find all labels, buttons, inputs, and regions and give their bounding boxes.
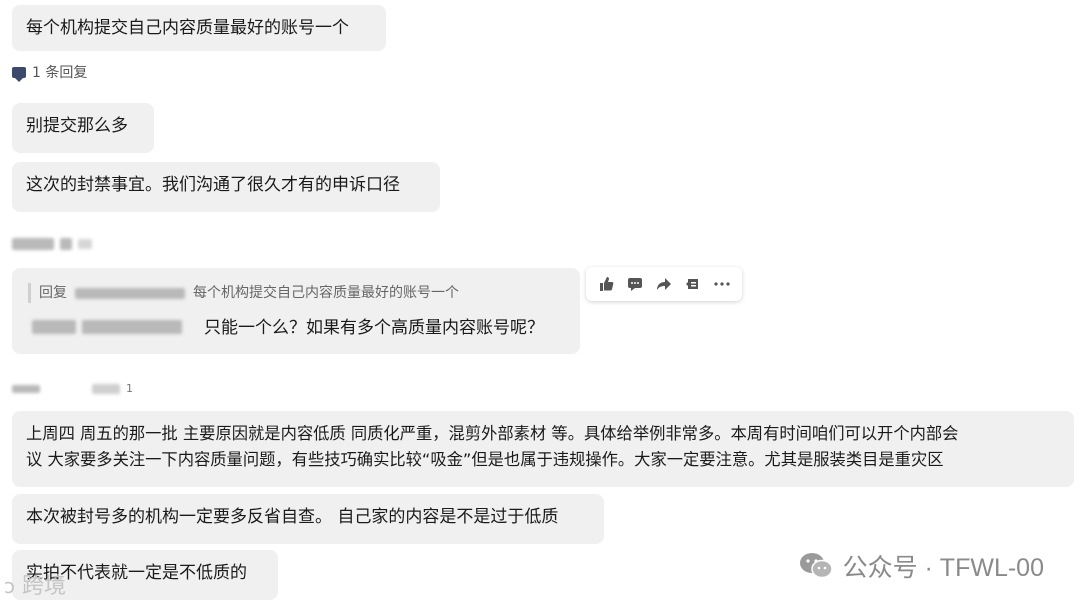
comment-icon[interactable]	[624, 273, 646, 295]
mention-blurred	[32, 320, 182, 334]
small-count: 1	[126, 382, 133, 395]
watermark-text: 公众号 · TFWL-00	[842, 554, 1044, 582]
message-action-toolbar	[586, 267, 742, 301]
reply-count-link[interactable]: 1 条回复	[12, 62, 87, 82]
sender-name-blurred	[12, 238, 92, 250]
thumbs-up-icon[interactable]	[595, 273, 617, 295]
message-bubble: 别提交那么多	[12, 103, 154, 153]
logo-icon: ↄ	[4, 574, 15, 598]
message-text: 每个机构提交自己内容质量最好的账号一个	[26, 18, 349, 38]
more-icon[interactable]	[711, 273, 733, 295]
message-text: 本次被封号多的机构一定要多反省自查。 自己家的内容是不是过于低质	[26, 507, 559, 527]
wechat-watermark: 公众号 · TFWL-00	[799, 548, 1044, 584]
message-text: 这次的封禁事宜。我们沟通了很久才有的申诉口径	[26, 175, 400, 195]
bottom-logo: ↄ 跨境	[4, 568, 66, 600]
logo-text: 跨境	[22, 574, 67, 599]
quoted-message: 回复 每个机构提交自己内容质量最好的账号一个	[28, 283, 459, 303]
wechat-icon	[799, 553, 833, 579]
reply-count-label: 1 条回复	[32, 65, 88, 81]
message-bubble: 本次被封号多的机构一定要多反省自查。 自己家的内容是不是过于低质	[12, 494, 604, 544]
chat-icon	[12, 66, 26, 82]
message-text-line: 上周四 周五的那一批 主要原因就是内容低质 同质化严重，混剪外部素材 等。具体给…	[26, 424, 959, 443]
quote-prefix: 回复	[39, 285, 67, 301]
message-bubble: 上周四 周五的那一批 主要原因就是内容低质 同质化严重，混剪外部素材 等。具体给…	[12, 411, 1074, 487]
message-text-line: 议 大家要多关注一下内容质量问题，有些技巧确实比较“吸金”但是也属于违规操作。大…	[26, 450, 944, 469]
forward-icon[interactable]	[653, 273, 675, 295]
message-text: 别提交那么多	[26, 116, 128, 136]
bookmark-icon[interactable]	[682, 273, 704, 295]
message-text: 只能一个么？如果有多个高质量内容账号呢？	[204, 318, 544, 338]
message-bubble: 每个机构提交自己内容质量最好的账号一个	[12, 5, 386, 51]
quote-text: 每个机构提交自己内容质量最好的账号一个	[193, 285, 459, 301]
message-bubble: 这次的封禁事宜。我们沟通了很久才有的申诉口径	[12, 162, 440, 212]
sender-name-blurred: 1	[12, 382, 133, 395]
